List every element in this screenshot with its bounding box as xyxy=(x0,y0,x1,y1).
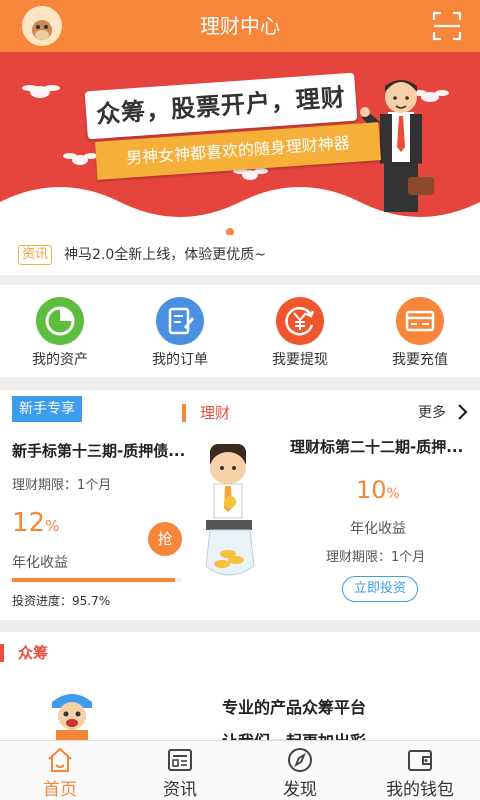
newbie-tag: 新手专享 xyxy=(12,396,82,422)
rate-percent: % xyxy=(45,517,60,535)
nav-label: 资讯 xyxy=(163,780,197,800)
quick-menu-label: 我的资产 xyxy=(32,352,88,368)
rate-label: 年化收益 xyxy=(350,521,406,537)
wallet-icon xyxy=(406,747,434,773)
quick-menu-label: 我的订单 xyxy=(152,352,208,368)
home-icon xyxy=(46,747,74,773)
invest-now-button[interactable]: 立即投资 xyxy=(342,576,418,602)
crowdfunding-slogan: 让我们一起更加出彩 xyxy=(222,728,366,740)
tab-discover[interactable]: 发现 xyxy=(240,741,360,800)
card-recharge-icon xyxy=(396,297,444,345)
rate-number: 10 xyxy=(356,476,387,504)
recharge-button[interactable]: 我要充值 xyxy=(360,285,480,377)
investment-section: 新手专享 理财 更多 新手标第十三期-质押债... 理财期限：1个月 12% 年… xyxy=(0,390,480,620)
product-term: 理财期限：1个月 xyxy=(12,478,112,493)
my-assets-button[interactable]: 我的资产 xyxy=(0,285,120,377)
quick-menu: 我的资产 我的订单 我要提现 我要充值 xyxy=(0,285,480,377)
grab-button[interactable]: 抢 xyxy=(148,522,182,556)
product-name[interactable]: 新手标第十三期-质押债... xyxy=(12,440,185,461)
product-rate: 10% xyxy=(356,476,400,504)
pagination-dot[interactable] xyxy=(226,228,234,235)
section-title: 理财 xyxy=(200,404,231,422)
progress-text: 投资进度：95.7% xyxy=(12,594,111,608)
rate-number: 12 xyxy=(12,508,46,538)
investment-progress-bar xyxy=(12,578,182,582)
withdraw-button[interactable]: 我要提现 xyxy=(240,285,360,377)
news-headline[interactable]: 神马2.0全新上线，体验更优质~ xyxy=(64,235,266,275)
pagination-dot[interactable] xyxy=(248,228,256,235)
more-link[interactable]: 更多 xyxy=(418,404,446,422)
pagination-dot[interactable] xyxy=(237,228,245,235)
app-header: 理财中心 xyxy=(0,0,480,52)
bottom-navigation: 首页 资讯 发现 我的钱包 xyxy=(0,740,480,800)
product-rate: 12% xyxy=(12,508,59,538)
rate-percent: % xyxy=(386,486,400,502)
section-marker xyxy=(182,404,186,422)
nav-label: 发现 xyxy=(283,780,317,800)
money-jar-illustration xyxy=(200,436,270,586)
yuan-withdraw-icon xyxy=(276,297,324,345)
compass-icon xyxy=(286,747,314,773)
news-tag: 资讯 xyxy=(18,245,52,265)
promo-banner[interactable]: 众筹，股票开户，理财 男神女神都喜欢的随身理财神器 xyxy=(0,52,480,235)
page-title: 理财中心 xyxy=(200,14,280,38)
section-marker xyxy=(0,644,4,662)
product-name[interactable]: 理财标第二十二期-质押... xyxy=(290,436,463,457)
tab-home[interactable]: 首页 xyxy=(0,741,120,800)
tab-news[interactable]: 资讯 xyxy=(120,741,240,800)
tab-wallet[interactable]: 我的钱包 xyxy=(360,741,480,800)
scan-icon[interactable] xyxy=(432,11,462,41)
chevron-right-icon[interactable] xyxy=(455,402,469,422)
nav-label: 首页 xyxy=(43,780,77,800)
crowdfunding-tagline: 专业的产品众筹平台 xyxy=(222,698,367,717)
rate-label: 年化收益 xyxy=(12,555,68,571)
news-icon xyxy=(166,747,194,773)
banner-pagination xyxy=(226,221,259,235)
quick-menu-label: 我要提现 xyxy=(272,352,328,368)
progress-fill xyxy=(12,578,175,582)
product-term: 理财期限：1个月 xyxy=(326,550,426,565)
order-edit-icon xyxy=(156,297,204,345)
news-ticker[interactable]: 资讯 神马2.0全新上线，体验更优质~ xyxy=(0,235,480,275)
crowdfunding-section: 众筹 专业的产品众筹平台 让我们一起更加出彩 xyxy=(0,632,480,740)
my-orders-button[interactable]: 我的订单 xyxy=(120,285,240,377)
section-title: 众筹 xyxy=(18,644,49,662)
pie-chart-icon xyxy=(36,297,84,345)
courier-illustration xyxy=(44,686,100,740)
nav-label: 我的钱包 xyxy=(386,780,454,800)
quick-menu-label: 我要充值 xyxy=(392,352,448,368)
